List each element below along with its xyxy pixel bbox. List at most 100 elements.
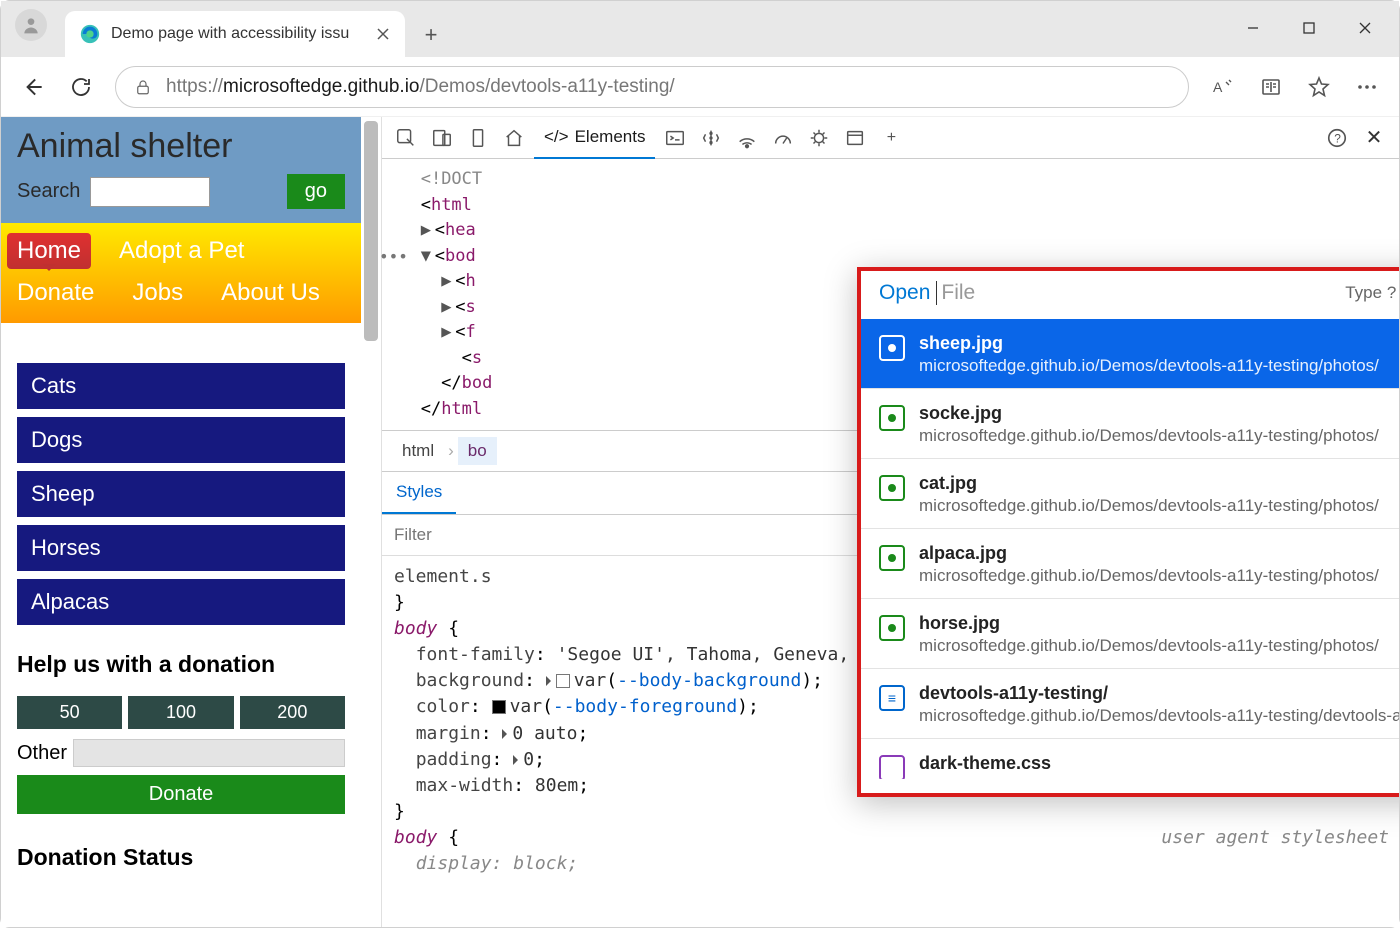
result-path: microsoftedge.github.io/Demos/devtools-a… xyxy=(919,636,1379,656)
title-bar: Demo page with accessibility issu + xyxy=(1,1,1399,57)
command-result-item[interactable]: cat.jpg microsoftedge.github.io/Demos/de… xyxy=(861,459,1399,529)
donation-heading: Help us with a donation xyxy=(17,651,345,678)
tool-icon[interactable] xyxy=(462,122,494,154)
refresh-button[interactable] xyxy=(59,65,103,109)
command-input-row[interactable]: Open File Type ? to see available comman… xyxy=(861,271,1399,319)
profile-avatar[interactable] xyxy=(15,9,47,41)
go-button[interactable]: go xyxy=(287,174,345,209)
result-path: microsoftedge.github.io/Demos/devtools-a… xyxy=(919,426,1379,446)
console-icon[interactable] xyxy=(659,122,691,154)
sources-icon[interactable] xyxy=(695,122,727,154)
new-tab-button[interactable]: + xyxy=(411,15,451,55)
img-icon xyxy=(879,405,905,431)
nav-home[interactable]: Home xyxy=(7,233,91,269)
result-name: cat.jpg xyxy=(919,473,1379,494)
page-header: Animal shelter Search go xyxy=(1,117,361,223)
donate-200[interactable]: 200 xyxy=(240,696,345,729)
result-name: socke.jpg xyxy=(919,403,1379,424)
nav-donate[interactable]: Donate xyxy=(7,275,104,311)
command-placeholder: File xyxy=(941,281,975,305)
close-window-button[interactable] xyxy=(1337,7,1393,49)
list-item[interactable]: Sheep xyxy=(17,471,345,517)
content-area: Animal shelter Search go Home Adopt a Pe… xyxy=(1,117,1399,927)
url-field[interactable]: https://microsoftedge.github.io/Demos/de… xyxy=(115,66,1189,108)
command-hint: Type ? to see available commands xyxy=(1345,283,1399,303)
close-tab-icon[interactable] xyxy=(375,26,391,42)
command-result-item[interactable]: devtools-a11y-testing/ microsoftedge.git… xyxy=(861,669,1399,739)
reader-mode-button[interactable] xyxy=(1249,65,1293,109)
list-item[interactable]: Horses xyxy=(17,525,345,571)
nav-jobs[interactable]: Jobs xyxy=(122,275,193,311)
folder-icon xyxy=(879,685,905,711)
application-icon[interactable] xyxy=(839,122,871,154)
dom-overflow-icon[interactable]: ••• xyxy=(379,245,408,269)
command-menu: Open File Type ? to see available comman… xyxy=(857,267,1399,797)
close-devtools-button[interactable]: ✕ xyxy=(1357,125,1391,150)
menu-button[interactable] xyxy=(1345,65,1389,109)
settings-icon[interactable]: ? xyxy=(1321,122,1353,154)
result-name: alpaca.jpg xyxy=(919,543,1379,564)
page-scrollbar[interactable] xyxy=(364,121,378,341)
nav-about[interactable]: About Us xyxy=(211,275,330,311)
open-label: Open xyxy=(879,281,930,305)
nav-bar: Home Adopt a Pet Donate Jobs About Us xyxy=(1,223,361,323)
result-name: dark-theme.css xyxy=(919,753,1051,774)
result-name: horse.jpg xyxy=(919,613,1379,634)
list-item[interactable]: Dogs xyxy=(17,417,345,463)
donation-status-heading: Donation Status xyxy=(1,830,361,871)
maximize-button[interactable] xyxy=(1281,7,1337,49)
command-result-item[interactable]: socke.jpg microsoftedge.github.io/Demos/… xyxy=(861,389,1399,459)
minimize-button[interactable] xyxy=(1225,7,1281,49)
command-result-item[interactable]: sheep.jpg microsoftedge.github.io/Demos/… xyxy=(861,319,1399,389)
command-result-item[interactable]: horse.jpg microsoftedge.github.io/Demos/… xyxy=(861,599,1399,669)
other-label: Other xyxy=(17,742,67,765)
nav-adopt[interactable]: Adopt a Pet xyxy=(109,233,254,269)
svg-text:?: ? xyxy=(1334,131,1341,145)
text-cursor xyxy=(936,281,937,305)
list-item[interactable]: Alpacas xyxy=(17,579,345,625)
device-icon[interactable] xyxy=(426,122,458,154)
search-input[interactable] xyxy=(90,177,210,207)
animal-list: Cats Dogs Sheep Horses Alpacas xyxy=(1,323,361,635)
lock-icon xyxy=(134,78,152,96)
browser-tab[interactable]: Demo page with accessibility issu xyxy=(65,11,405,57)
styles-tab[interactable]: Styles xyxy=(382,472,456,514)
command-result-item[interactable]: alpaca.jpg microsoftedge.github.io/Demos… xyxy=(861,529,1399,599)
devtools-toolbar: </>Elements + ? ✕ xyxy=(382,117,1399,159)
result-path: microsoftedge.github.io/Demos/devtools-a… xyxy=(919,356,1379,376)
donate-50[interactable]: 50 xyxy=(17,696,122,729)
performance-icon[interactable] xyxy=(767,122,799,154)
result-path: microsoftedge.github.io/Demos/devtools-a… xyxy=(919,706,1399,726)
result-name: devtools-a11y-testing/ xyxy=(919,683,1399,704)
command-result-item[interactable]: dark-theme.css xyxy=(861,739,1399,779)
svg-text:A: A xyxy=(1213,79,1223,95)
result-name: sheep.jpg xyxy=(919,333,1379,354)
result-path: microsoftedge.github.io/Demos/devtools-a… xyxy=(919,496,1379,516)
img-icon xyxy=(879,335,905,361)
list-item[interactable]: Cats xyxy=(17,363,345,409)
result-path: microsoftedge.github.io/Demos/devtools-a… xyxy=(919,566,1379,586)
elements-tab[interactable]: </>Elements xyxy=(534,117,655,159)
donate-button[interactable]: Donate xyxy=(17,775,345,814)
img-icon xyxy=(879,475,905,501)
memory-icon[interactable] xyxy=(803,122,835,154)
edge-favicon-icon xyxy=(79,23,101,45)
read-aloud-button[interactable]: A xyxy=(1201,65,1245,109)
css-icon xyxy=(879,755,905,779)
inspect-icon[interactable] xyxy=(390,122,422,154)
window-controls xyxy=(1225,7,1393,49)
more-tabs-icon[interactable]: + xyxy=(875,122,907,154)
network-icon[interactable] xyxy=(731,122,763,154)
donate-100[interactable]: 100 xyxy=(128,696,233,729)
address-bar: https://microsoftedge.github.io/Demos/de… xyxy=(1,57,1399,117)
page-title: Animal shelter xyxy=(17,127,345,166)
other-input[interactable] xyxy=(73,739,345,767)
command-results: ▴ ▾ sheep.jpg microsoftedge.github.io/De… xyxy=(861,319,1399,779)
favorite-button[interactable] xyxy=(1297,65,1341,109)
welcome-icon[interactable] xyxy=(498,122,530,154)
user-agent-label: user agent stylesheet xyxy=(1161,825,1389,851)
img-icon xyxy=(879,545,905,571)
back-button[interactable] xyxy=(11,65,55,109)
search-label: Search xyxy=(17,180,80,203)
page-viewport: Animal shelter Search go Home Adopt a Pe… xyxy=(1,117,382,927)
